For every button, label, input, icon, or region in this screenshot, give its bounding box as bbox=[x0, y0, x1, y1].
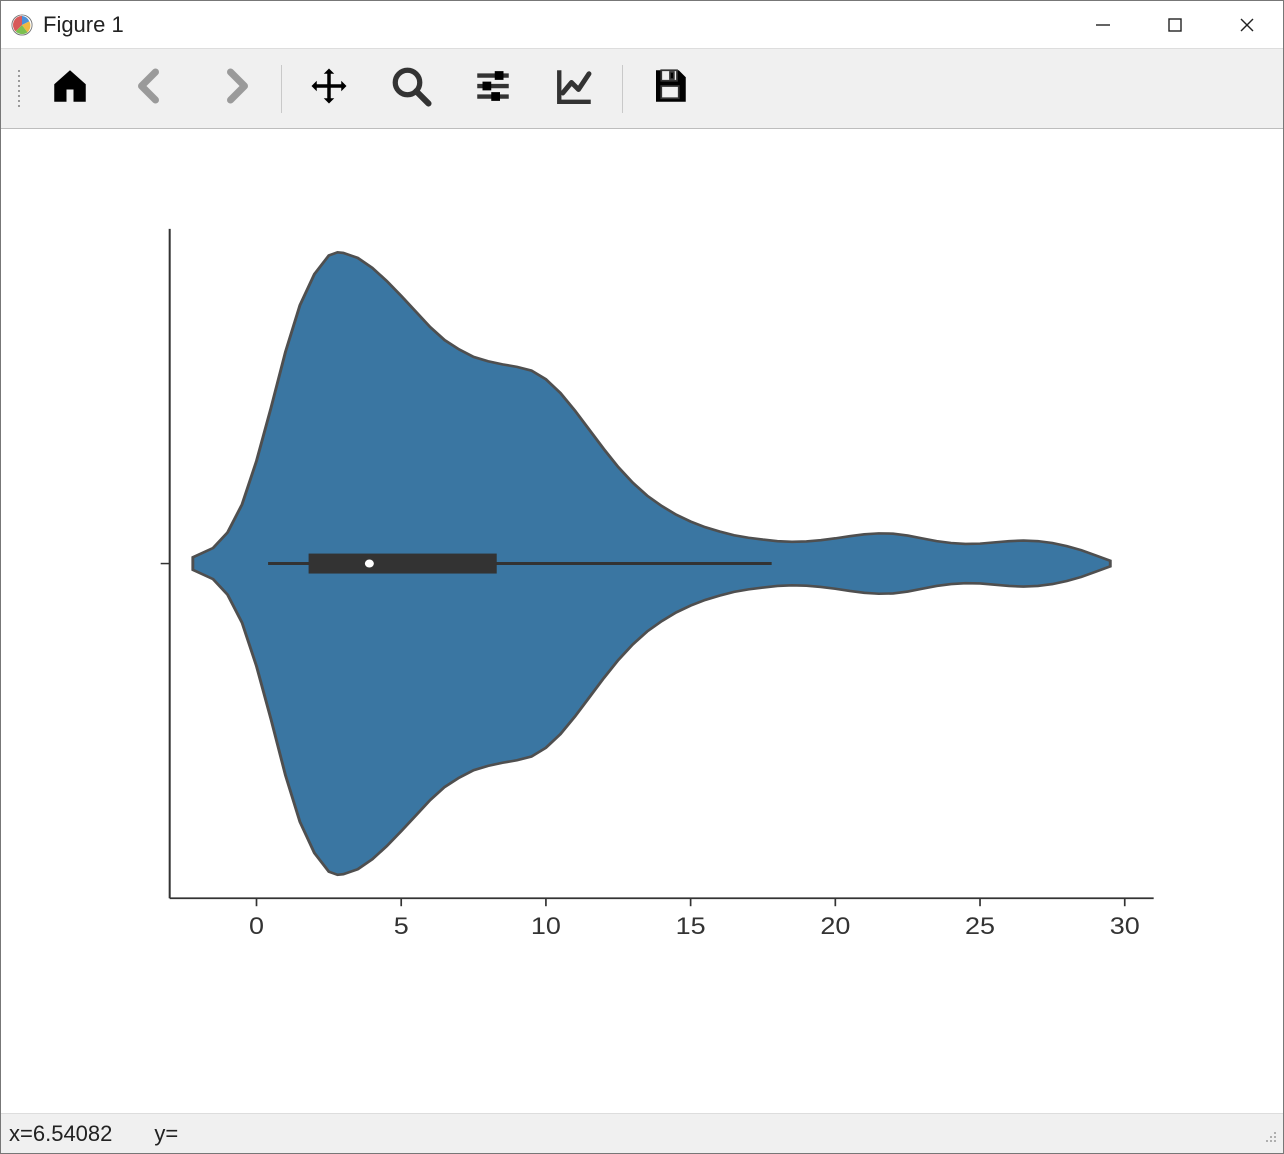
minimize-button[interactable] bbox=[1067, 1, 1139, 48]
median-dot bbox=[365, 560, 374, 568]
status-x-value: 6.54082 bbox=[33, 1121, 113, 1147]
plot-svg: 0 5 10 15 20 25 30 bbox=[1, 129, 1283, 1113]
x-tick-label: 20 bbox=[820, 914, 850, 940]
window-root: Figure 1 0 5 10 15 20 25 30 x= 6.54082 bbox=[0, 0, 1284, 1154]
figure-canvas[interactable]: 0 5 10 15 20 25 30 bbox=[1, 129, 1283, 1113]
sliders-icon bbox=[472, 65, 514, 112]
x-tick-label: 15 bbox=[676, 914, 706, 940]
forward-button[interactable] bbox=[193, 57, 275, 121]
line-chart-icon bbox=[554, 65, 596, 112]
statusbar: x= 6.54082 y= bbox=[1, 1113, 1283, 1153]
zoom-button[interactable] bbox=[370, 57, 452, 121]
toolbar bbox=[1, 49, 1283, 129]
status-y: y= bbox=[154, 1121, 178, 1147]
toolbar-separator bbox=[281, 65, 282, 113]
configure-subplots-button[interactable] bbox=[452, 57, 534, 121]
close-button[interactable] bbox=[1211, 1, 1283, 48]
edit-axis-button[interactable] bbox=[534, 57, 616, 121]
status-x: x= 6.54082 bbox=[9, 1121, 112, 1147]
save-icon bbox=[649, 65, 691, 112]
window-controls bbox=[1067, 1, 1283, 48]
maximize-button[interactable] bbox=[1139, 1, 1211, 48]
x-tick-label: 30 bbox=[1110, 914, 1140, 940]
save-button[interactable] bbox=[629, 57, 711, 121]
toolbar-drag-handle[interactable] bbox=[13, 61, 25, 117]
titlebar-left: Figure 1 bbox=[1, 12, 124, 38]
pan-button[interactable] bbox=[288, 57, 370, 121]
x-tick-label: 25 bbox=[965, 914, 995, 940]
back-button[interactable] bbox=[111, 57, 193, 121]
titlebar: Figure 1 bbox=[1, 1, 1283, 49]
home-icon bbox=[49, 65, 91, 112]
toolbar-separator bbox=[622, 65, 623, 113]
x-tick-label: 5 bbox=[394, 914, 409, 940]
move-icon bbox=[308, 65, 350, 112]
status-x-label: x= bbox=[9, 1121, 33, 1147]
x-tick-label: 0 bbox=[249, 914, 264, 940]
x-tick-label: 10 bbox=[531, 914, 561, 940]
box bbox=[309, 554, 497, 574]
home-button[interactable] bbox=[29, 57, 111, 121]
arrow-right-icon bbox=[213, 65, 255, 112]
arrow-left-icon bbox=[131, 65, 173, 112]
status-y-label: y= bbox=[154, 1121, 178, 1147]
search-icon bbox=[390, 65, 432, 112]
resize-grip-icon[interactable] bbox=[1257, 1123, 1279, 1145]
window-title: Figure 1 bbox=[43, 12, 124, 38]
app-icon bbox=[11, 14, 33, 36]
